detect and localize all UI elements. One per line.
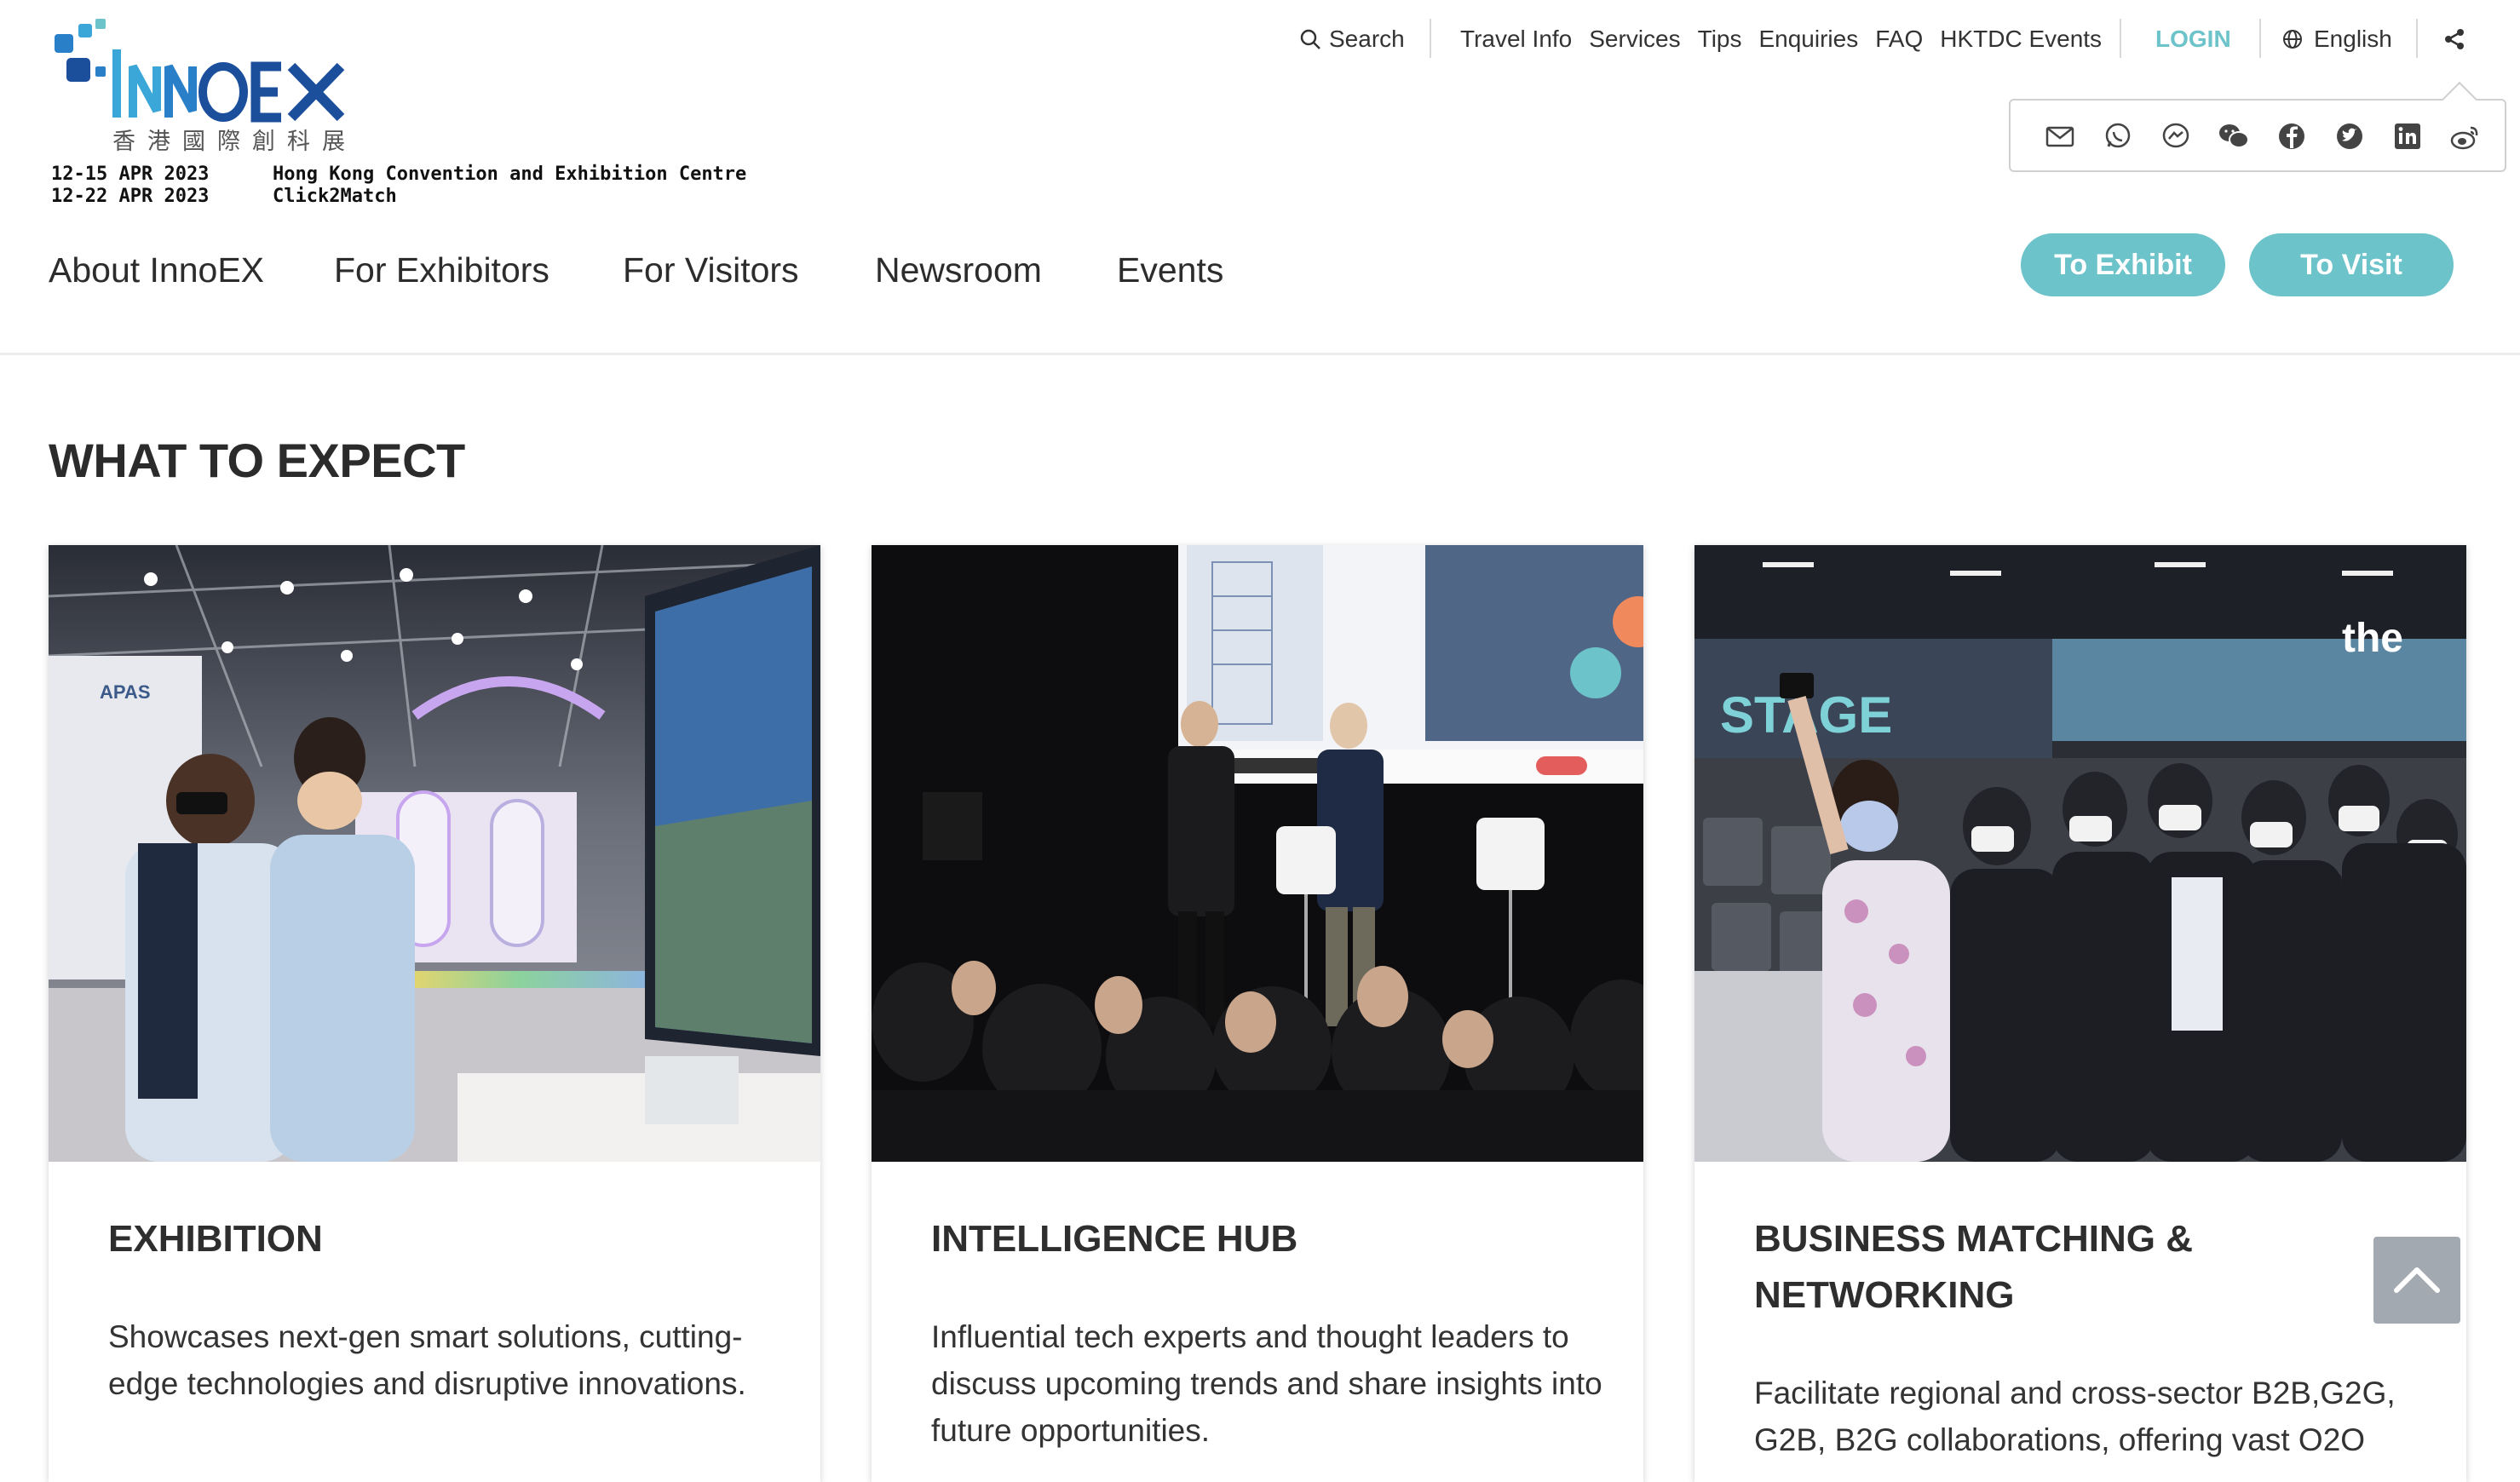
divider [2259,19,2261,58]
divider [1430,19,1431,58]
nav-for-exhibitors[interactable]: For Exhibitors [334,250,549,290]
messenger-icon[interactable] [2159,119,2193,153]
event-date-online: 12-22 APR 2023 [51,186,210,207]
tips-link[interactable]: Tips [1698,26,1742,53]
login-link[interactable]: LOGIN [2155,22,2231,56]
venue-online: Click2Match [273,186,397,207]
divider [2120,19,2121,58]
exhibition-photo: APAS [49,545,820,1162]
linkedin-icon[interactable] [2391,119,2425,153]
nav-about-innoex[interactable]: About InnoEX [49,250,264,290]
svg-text:the: the [2342,616,2403,661]
share-toggle[interactable] [2442,22,2467,56]
business-matching-title: BUSINESS MATCHING & NETWORKING [1754,1218,2193,1316]
event-venues: Hong Kong Convention and Exhibition Cent… [273,164,746,208]
faq-link[interactable]: FAQ [1875,26,1923,53]
exhibition-title: EXHIBITION [108,1218,323,1260]
back-to-top-button[interactable] [2373,1237,2460,1324]
exhibition-description: Showcases next-gen smart solutions, cutt… [108,1319,746,1401]
section-title: WHAT TO EXPECT [49,434,465,487]
twitter-icon[interactable] [2333,119,2367,153]
weibo-icon[interactable] [2448,119,2483,153]
intelligence-hub-title: INTELLIGENCE HUB [931,1218,1298,1260]
whatsapp-icon[interactable] [2101,119,2135,153]
share-panel-arrow [2441,81,2478,118]
nav-events[interactable]: Events [1117,250,1223,290]
event-dates: 12-15 APR 2023 12-22 APR 2023 [51,164,209,208]
venue-physical: Hong Kong Convention and Exhibition Cent… [273,164,747,185]
search-label: Search [1329,26,1405,52]
utility-links: Travel Info Services Tips Enquiries FAQ … [1460,22,2102,56]
travel-info-link[interactable]: Travel Info [1460,26,1572,53]
email-icon[interactable] [2043,119,2077,153]
globe-icon [2283,30,2302,49]
search-icon [1300,29,1320,49]
share-panel [2009,81,2506,172]
svg-text:APAS: APAS [100,681,151,703]
logo-chinese-text: 香港國際創科展 [112,129,357,155]
facebook-icon[interactable] [2275,119,2309,153]
nav-for-visitors[interactable]: For Visitors [623,250,799,290]
chevron-up-icon [2394,1267,2440,1293]
business-matching-card[interactable]: STAGE the [1694,545,2466,1482]
hktdc-events-link[interactable]: HKTDC Events [1940,26,2102,53]
share-icon [2445,29,2464,49]
exhibition-card[interactable]: APAS EXHIBITION Showcases next-gen smart… [49,545,820,1482]
to-exhibit-button[interactable]: To Exhibit [2021,233,2225,296]
divider [2416,19,2418,58]
language-selector[interactable]: English [2281,22,2392,56]
to-visit-button[interactable]: To Visit [2249,233,2454,296]
intelligence-hub-description: Influential tech experts and thought lea… [931,1319,1602,1448]
business-matching-photo: STAGE the [1694,545,2466,1162]
language-label: English [2314,26,2392,52]
wechat-icon[interactable] [2217,119,2251,153]
nav-newsroom[interactable]: Newsroom [875,250,1042,290]
search-link[interactable]: Search [1298,22,1405,56]
intelligence-hub-photo [872,545,1643,1162]
intelligence-hub-card[interactable]: INTELLIGENCE HUB Influential tech expert… [872,545,1643,1482]
services-link[interactable]: Services [1589,26,1680,53]
innoex-logo[interactable]: 香港國際創科展 [48,17,371,155]
event-date-physical: 12-15 APR 2023 [51,164,210,185]
enquiries-link[interactable]: Enquiries [1758,26,1858,53]
site-header: 香港國際創科展 12-15 APR 2023 12-22 APR 2023 Ho… [0,0,2520,355]
business-matching-description: Facilitate regional and cross-sector B2B… [1754,1376,2396,1457]
